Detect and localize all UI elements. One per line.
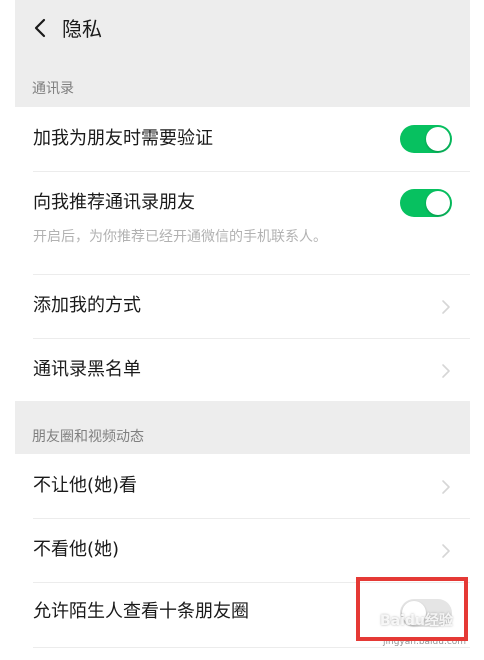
row-add-methods[interactable]: 添加我的方式 bbox=[15, 275, 470, 338]
hide-their-posts-label: 不看他(她) bbox=[33, 539, 120, 560]
row-recommend-contacts: 向我推荐通讯录朋友 开启后，为你推荐已经开通微信的手机联系人。 bbox=[15, 172, 470, 274]
section-header-contacts: 通讯录 bbox=[32, 81, 74, 97]
toggle-knob bbox=[426, 127, 450, 151]
row-verify-friend: 加我为朋友时需要验证 bbox=[15, 107, 470, 171]
hide-my-posts-label: 不让他(她)看 bbox=[33, 475, 138, 496]
recommend-contacts-description: 开启后，为你推荐已经开通微信的手机联系人。 bbox=[33, 229, 327, 245]
row-blacklist[interactable]: 通讯录黑名单 bbox=[15, 339, 470, 401]
section-header-moments: 朋友圈和视频动态 bbox=[32, 429, 144, 445]
chevron-right-icon bbox=[442, 364, 450, 378]
toggle-knob bbox=[426, 191, 450, 215]
back-button[interactable] bbox=[29, 14, 53, 42]
chevron-right-icon bbox=[442, 544, 450, 558]
page-title: 隐私 bbox=[62, 17, 102, 41]
add-methods-label: 添加我的方式 bbox=[33, 295, 141, 316]
verify-friend-toggle[interactable] bbox=[400, 125, 452, 153]
blacklist-label: 通讯录黑名单 bbox=[33, 359, 141, 380]
privacy-screen: 隐私 通讯录 加我为朋友时需要验证 向我推荐通讯录朋友 开启后，为你推荐已经开通… bbox=[15, 0, 470, 660]
chevron-right-icon bbox=[442, 480, 450, 494]
row-hide-my-posts[interactable]: 不让他(她)看 bbox=[15, 454, 470, 518]
chevron-left-icon bbox=[34, 18, 46, 38]
top-bar: 隐私 bbox=[15, 0, 470, 58]
chevron-right-icon bbox=[442, 300, 450, 314]
strangers-view-label: 允许陌生人查看十条朋友圈 bbox=[33, 601, 249, 622]
contacts-card: 加我为朋友时需要验证 向我推荐通讯录朋友 开启后，为你推荐已经开通微信的手机联系… bbox=[15, 107, 470, 401]
divider bbox=[33, 647, 470, 648]
row-hide-their-posts[interactable]: 不看他(她) bbox=[15, 519, 470, 582]
highlight-annotation-box bbox=[356, 577, 468, 641]
recommend-contacts-toggle[interactable] bbox=[400, 189, 452, 217]
recommend-contacts-label: 向我推荐通讯录朋友 bbox=[33, 192, 195, 213]
verify-friend-label: 加我为朋友时需要验证 bbox=[33, 128, 213, 149]
